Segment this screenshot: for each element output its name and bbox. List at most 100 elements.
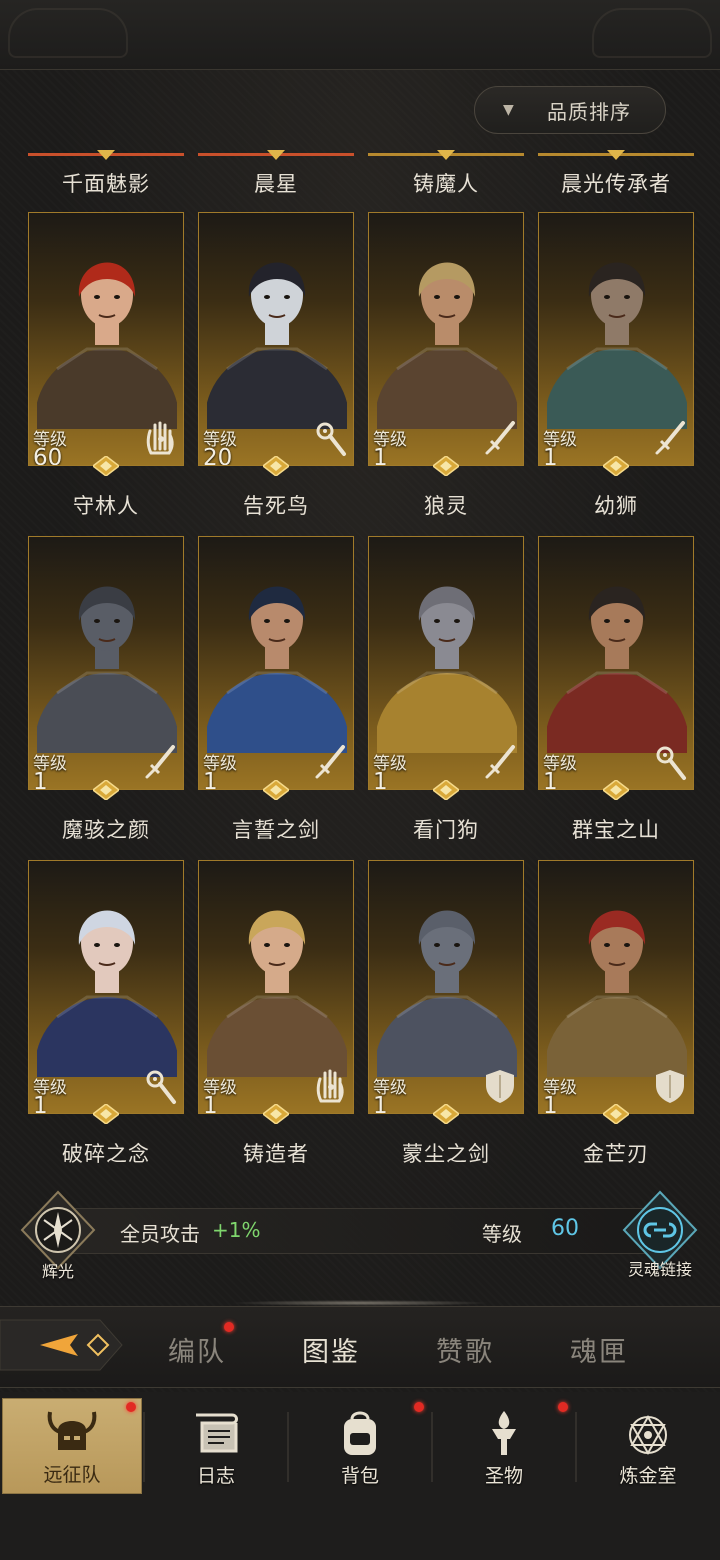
tab-3[interactable]: 魂匣 xyxy=(570,1330,628,1369)
notification-dot xyxy=(558,1402,568,1412)
torch-icon xyxy=(474,1407,534,1459)
gem-icon xyxy=(431,779,461,801)
team-level-value: 60 xyxy=(551,1216,579,1241)
hero-portrait xyxy=(35,219,179,465)
gem-icon xyxy=(601,779,631,801)
celtic-knot-ornament xyxy=(8,8,128,58)
nav-item-0[interactable]: 远征队 xyxy=(2,1398,142,1494)
level-value: 1 xyxy=(543,769,558,790)
back-arrow-button[interactable] xyxy=(0,1310,130,1380)
hero-portrait xyxy=(205,219,349,465)
gem-icon xyxy=(91,455,121,477)
team-level-label: 等级 xyxy=(482,1222,522,1246)
sword-icon xyxy=(483,419,517,457)
level-value: 1 xyxy=(203,1093,218,1114)
staff-icon xyxy=(313,419,347,457)
nav-label: 背包 xyxy=(340,1465,379,1487)
hero-name: 幼狮 xyxy=(594,494,638,518)
soul-link-badge-caption: 灵魂链接 xyxy=(627,1260,692,1279)
gem-icon xyxy=(261,779,291,801)
hero-portrait xyxy=(205,867,349,1113)
staff-icon xyxy=(653,743,687,781)
level-value: 20 xyxy=(203,445,233,466)
hero-portrait xyxy=(375,543,519,789)
nav-label: 炼金室 xyxy=(619,1465,677,1487)
level-value: 1 xyxy=(543,1093,558,1114)
tab-1[interactable]: 图鉴 xyxy=(302,1330,360,1369)
gem-icon xyxy=(601,1103,631,1125)
sword-icon xyxy=(143,743,177,781)
hero-name: 晨光传承者 xyxy=(561,172,671,196)
notification-dot xyxy=(224,1322,234,1332)
nav-item-2[interactable]: 背包 xyxy=(290,1398,430,1494)
celtic-knot-ornament xyxy=(592,8,712,58)
hero-card[interactable]: 等级 1 xyxy=(28,860,184,1114)
hero-name: 守林人 xyxy=(73,494,139,518)
hero-name: 看门狗 xyxy=(413,818,479,842)
hero-card[interactable]: 等级 60 xyxy=(28,212,184,466)
hero-portrait xyxy=(35,543,179,789)
gem-icon xyxy=(91,1103,121,1125)
top-ornament-frame xyxy=(0,0,720,70)
hero-card[interactable]: 等级 20 xyxy=(198,212,354,466)
gem-icon xyxy=(261,1103,291,1125)
nav-separator xyxy=(431,1412,433,1482)
nav-label: 远征队 xyxy=(43,1464,101,1486)
gem-icon xyxy=(431,455,461,477)
notification-dot xyxy=(126,1402,136,1412)
hero-card[interactable]: 等级 1 xyxy=(368,536,524,790)
shield-icon xyxy=(653,1067,687,1105)
nav-item-4[interactable]: 炼金室 xyxy=(578,1398,718,1494)
gem-icon xyxy=(601,455,631,477)
hero-card[interactable]: 等级 1 xyxy=(28,536,184,790)
nav-separator xyxy=(575,1412,577,1482)
backpack-icon xyxy=(330,1407,390,1459)
hero-portrait xyxy=(545,219,689,465)
tab-0[interactable]: 编队 xyxy=(168,1330,226,1369)
hero-portrait xyxy=(375,219,519,465)
tab-2[interactable]: 赞歌 xyxy=(436,1330,494,1369)
hand-icon xyxy=(143,419,177,457)
hero-card[interactable]: 等级 1 xyxy=(368,860,524,1114)
triangle-down-icon: ▼ xyxy=(503,102,514,118)
hero-name: 千面魅影 xyxy=(62,172,150,196)
level-value: 1 xyxy=(33,1093,48,1114)
hero-card[interactable]: 等级 1 xyxy=(538,212,694,466)
nav-label: 日志 xyxy=(196,1465,235,1487)
nav-item-3[interactable]: 圣物 xyxy=(434,1398,574,1494)
sword-icon xyxy=(313,743,347,781)
nav-separator xyxy=(143,1412,145,1482)
sort-quality-button[interactable]: ▼ 品质排序 xyxy=(474,86,666,134)
sword-icon xyxy=(483,743,517,781)
hero-card[interactable]: 等级 1 xyxy=(368,212,524,466)
hero-portrait xyxy=(545,543,689,789)
hero-card[interactable]: 等级 1 xyxy=(198,536,354,790)
hero-name: 蒙尘之剑 xyxy=(402,1142,490,1166)
hero-name: 魔骇之颜 xyxy=(62,818,150,842)
level-value: 1 xyxy=(373,445,388,466)
hero-card[interactable]: 等级 1 xyxy=(198,860,354,1114)
horned-helmet-icon xyxy=(42,1406,102,1458)
hero-name: 铸造者 xyxy=(243,1142,309,1166)
hero-name: 言誓之剑 xyxy=(232,818,320,842)
hero-name: 狼灵 xyxy=(424,494,468,518)
level-value: 1 xyxy=(203,769,218,790)
hero-card[interactable]: 等级 1 xyxy=(538,536,694,790)
level-value: 1 xyxy=(33,769,48,790)
bonus-label: 全员攻击 xyxy=(120,1222,200,1246)
hero-portrait xyxy=(375,867,519,1113)
hero-portrait xyxy=(205,543,349,789)
hero-name: 群宝之山 xyxy=(572,818,660,842)
alchemy-icon xyxy=(618,1407,678,1459)
hero-card[interactable]: 等级 1 xyxy=(538,860,694,1114)
hand-icon xyxy=(313,1067,347,1105)
shield-icon xyxy=(483,1067,517,1105)
hero-portrait xyxy=(545,867,689,1113)
radiance-badge-caption: 辉光 xyxy=(41,1262,74,1281)
staff-icon xyxy=(143,1067,177,1105)
hero-name: 金芒刃 xyxy=(583,1142,649,1166)
hero-name: 破碎之念 xyxy=(62,1142,150,1166)
sword-icon xyxy=(653,419,687,457)
nav-item-1[interactable]: 日志 xyxy=(146,1398,286,1494)
nav-label: 圣物 xyxy=(484,1465,523,1487)
